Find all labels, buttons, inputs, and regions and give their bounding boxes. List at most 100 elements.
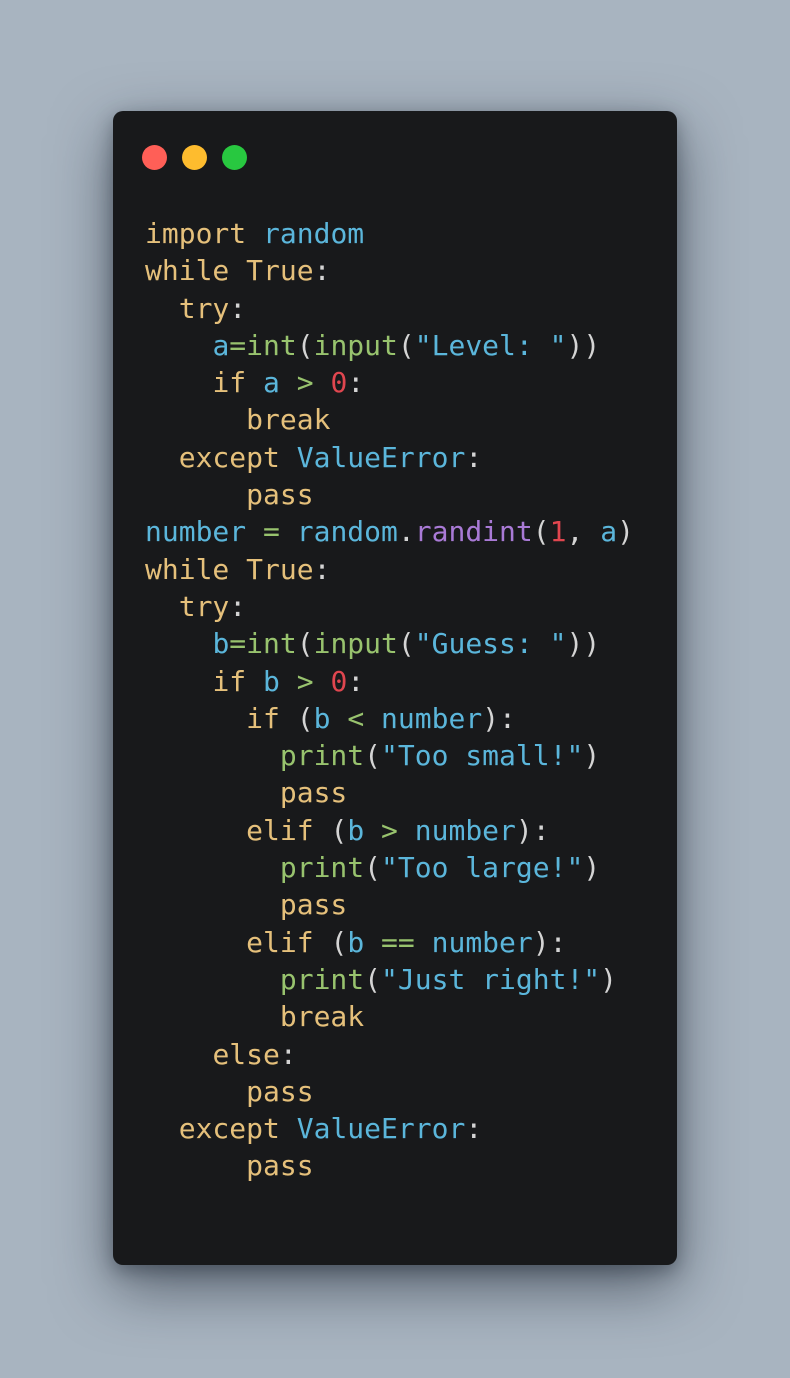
code-token: number	[414, 813, 516, 847]
code-token: if	[246, 701, 297, 735]
close-dot-icon[interactable]	[142, 145, 167, 170]
code-line: elif (b == number):	[145, 924, 634, 961]
code-token: "Just right!"	[381, 962, 601, 996]
code-token: elif	[246, 925, 331, 959]
code-token: random	[296, 515, 398, 549]
code-token: if	[212, 664, 264, 698]
code-token: b	[347, 925, 382, 959]
code-line: break	[145, 998, 634, 1035]
code-token: =	[263, 515, 297, 549]
code-line: break	[145, 401, 634, 438]
code-line: b=int(input("Guess: "))	[145, 625, 634, 662]
code-token: =	[229, 328, 247, 362]
zoom-dot-icon[interactable]	[222, 145, 247, 170]
code-token: (	[296, 627, 314, 661]
code-token: (	[364, 962, 382, 996]
code-line: if a > 0:	[145, 364, 634, 401]
code-token: b	[263, 664, 297, 698]
code-token: try	[178, 291, 230, 325]
code-token: ValueError	[296, 1112, 466, 1146]
code-token: break	[279, 1000, 365, 1034]
code-token: ==	[381, 925, 432, 959]
code-token: input	[313, 627, 398, 661]
code-token: print	[279, 851, 365, 885]
code-token: a	[600, 515, 618, 549]
code-token: (	[364, 739, 382, 773]
code-token: :	[229, 589, 247, 623]
window-titlebar	[113, 111, 677, 201]
code-token: (	[364, 851, 382, 885]
code-token: ,	[566, 515, 601, 549]
code-token: random	[263, 217, 365, 250]
code-token: while	[145, 254, 247, 288]
code-token: 0	[330, 366, 348, 400]
code-token: pass	[246, 1149, 314, 1183]
code-token: b	[347, 813, 382, 847]
code-token: input	[313, 328, 398, 362]
code-token: (	[296, 328, 314, 362]
minimize-dot-icon[interactable]	[182, 145, 207, 170]
code-token: )	[583, 739, 601, 773]
code-token: >	[296, 366, 331, 400]
code-token: =	[229, 627, 247, 661]
code-line: print("Too large!")	[145, 849, 634, 886]
code-token: :	[465, 440, 483, 474]
code-token: .	[397, 515, 415, 549]
code-line: pass	[145, 1073, 634, 1110]
code-token: )	[583, 851, 601, 885]
code-token: :	[279, 1037, 297, 1071]
code-token: int	[246, 328, 297, 362]
code-token: break	[246, 403, 331, 437]
code-token: pass	[246, 478, 314, 512]
code-token: :	[313, 254, 331, 288]
code-token: else	[212, 1037, 280, 1071]
code-line: elif (b > number):	[145, 812, 634, 849]
code-window: import random while True: try: a=int(inpu…	[113, 111, 677, 1265]
code-token: :	[465, 1112, 483, 1146]
code-token: (	[296, 701, 314, 735]
code-token: (	[330, 925, 348, 959]
code-token: )	[600, 962, 618, 996]
code-token: b	[212, 627, 230, 661]
code-token: "Level: "	[414, 328, 567, 362]
code-token: b	[313, 701, 348, 735]
code-line: number = random.randint(1, a)	[145, 513, 634, 550]
code-token: :	[229, 291, 247, 325]
code-line: try:	[145, 588, 634, 625]
code-token: (	[397, 627, 415, 661]
code-token: randint	[414, 515, 533, 549]
code-line: except ValueError:	[145, 1110, 634, 1147]
code-token: ):	[482, 701, 516, 735]
code-token: :	[347, 366, 365, 400]
code-line: print("Just right!")	[145, 961, 634, 998]
code-token: ))	[566, 328, 601, 362]
code-token: 0	[330, 664, 348, 698]
code-token: 1	[549, 515, 567, 549]
code-token: ValueError	[296, 440, 466, 474]
code-line: try:	[145, 290, 634, 327]
code-line: pass	[145, 476, 634, 513]
code-line: except ValueError:	[145, 439, 634, 476]
code-token: (	[397, 328, 415, 362]
code-line: if (b < number):	[145, 700, 634, 737]
code-token: print	[279, 962, 365, 996]
code-line: else:	[145, 1036, 634, 1073]
code-token: a	[263, 366, 297, 400]
code-token: pass	[246, 1074, 314, 1108]
code-token: except	[178, 1112, 297, 1146]
